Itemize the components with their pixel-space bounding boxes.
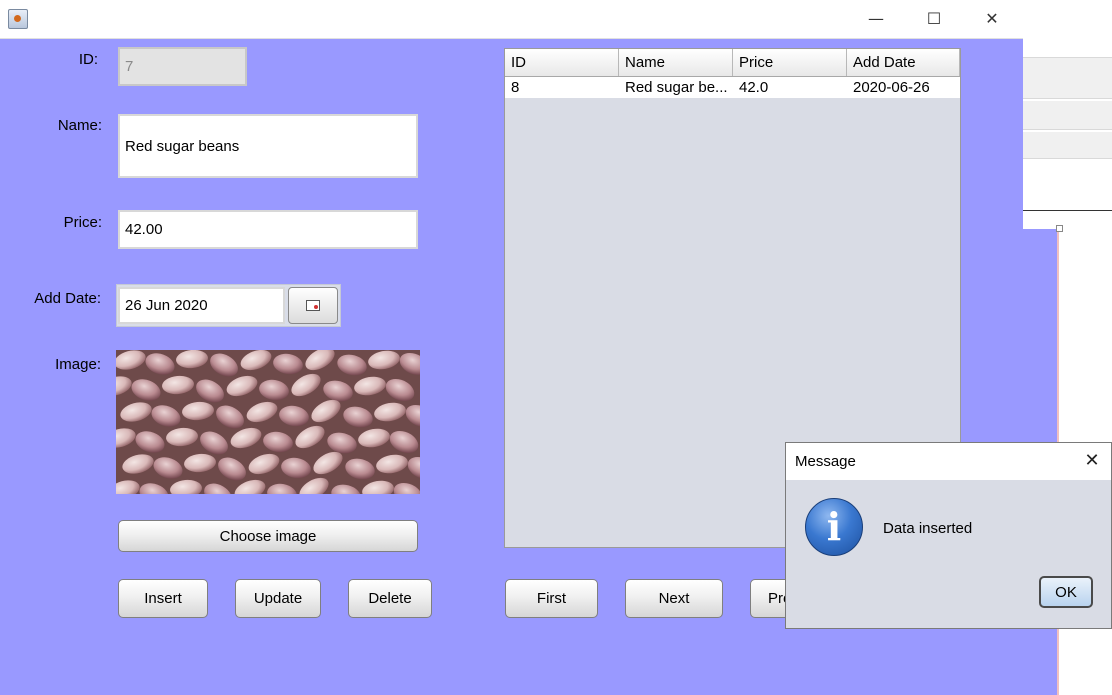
calendar-button[interactable]	[288, 287, 338, 324]
id-field: 7	[118, 47, 247, 86]
cell-add-date: 2020-06-26	[853, 79, 930, 96]
background-toolbar-2	[1023, 101, 1112, 130]
calendar-icon	[306, 300, 320, 311]
id-label: ID:	[78, 51, 98, 68]
cell-id: 8	[511, 79, 520, 96]
name-field[interactable]: Red sugar beans	[118, 114, 418, 178]
image-label: Image:	[55, 356, 101, 373]
price-label: Price:	[63, 214, 102, 231]
ok-button[interactable]: OK	[1039, 576, 1093, 608]
product-image	[116, 350, 420, 494]
background-toolbar-3	[1023, 132, 1112, 159]
dialog-title: Message	[795, 453, 856, 470]
date-field[interactable]: 26 Jun 2020	[118, 287, 285, 324]
dialog-message: Data inserted	[883, 520, 973, 537]
date-label: Add Date:	[34, 290, 101, 307]
resize-handle[interactable]	[1056, 225, 1063, 232]
dialog-title-bar: Message ✕	[786, 443, 1111, 480]
column-header-price[interactable]: Price	[733, 49, 847, 76]
title-bar: — ☐ ✕	[0, 0, 1023, 39]
insert-button[interactable]: Insert	[118, 579, 208, 618]
beans-photo	[116, 350, 420, 494]
java-app-icon[interactable]	[8, 9, 28, 29]
choose-image-button[interactable]: Choose image	[118, 520, 418, 552]
delete-button[interactable]: Delete	[348, 579, 432, 618]
column-header-id[interactable]: ID	[505, 49, 619, 76]
info-icon: i	[805, 498, 863, 556]
table-header: ID Name Price Add Date	[505, 49, 960, 77]
maximize-button[interactable]: ☐	[911, 4, 957, 34]
first-button[interactable]: First	[505, 579, 598, 618]
price-field[interactable]: 42.00	[118, 210, 418, 249]
next-button[interactable]: Next	[625, 579, 723, 618]
column-header-name[interactable]: Name	[619, 49, 733, 76]
minimize-button[interactable]: —	[853, 4, 899, 34]
update-button[interactable]: Update	[235, 579, 321, 618]
close-button[interactable]: ✕	[969, 4, 1015, 34]
background-toolbar	[1023, 57, 1112, 99]
cell-name: Red sugar be...	[625, 79, 728, 96]
name-label: Name:	[57, 117, 102, 134]
message-dialog: Message ✕ i Data inserted OK	[785, 442, 1112, 629]
table-row[interactable]: 8 Red sugar be... 42.0 2020-06-26	[505, 77, 960, 98]
cell-price: 42.0	[739, 79, 769, 96]
column-header-add-date[interactable]: Add Date	[847, 49, 960, 76]
dialog-close-icon[interactable]: ✕	[1080, 449, 1104, 473]
background-divider	[1023, 210, 1112, 211]
